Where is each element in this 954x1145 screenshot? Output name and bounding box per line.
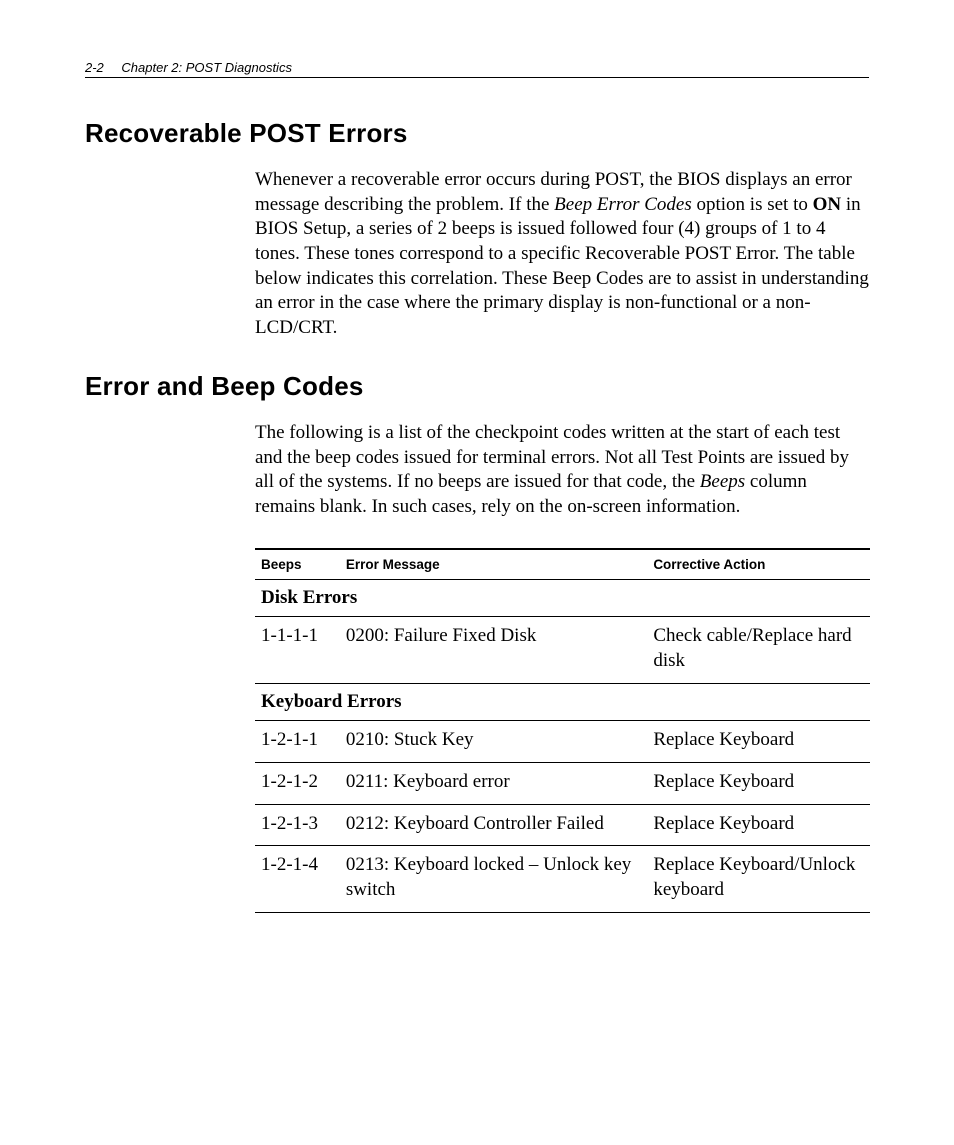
col-header-beeps: Beeps	[255, 549, 340, 580]
recoverable-paragraph: Whenever a recoverable error occurs duri…	[255, 168, 869, 341]
cell-beeps: 1-2-1-4	[255, 846, 340, 912]
table-category-row: Keyboard Errors	[255, 683, 870, 721]
cell-message: 0213: Keyboard locked – Unlock key switc…	[340, 846, 648, 912]
cell-beeps: 1-2-1-1	[255, 721, 340, 763]
cell-message: 0212: Keyboard Controller Failed	[340, 804, 648, 846]
table-row: 1-1-1-10200: Failure Fixed DiskCheck cab…	[255, 617, 870, 683]
cell-action: Replace Keyboard/Unlock keyboard	[647, 846, 870, 912]
para-text: option is set to	[692, 194, 813, 215]
table-header-row: Beeps Error Message Corrective Action	[255, 549, 870, 580]
table-row: 1-2-1-20211: Keyboard errorReplace Keybo…	[255, 763, 870, 805]
para-emphasis: Beep Error Codes	[554, 194, 692, 215]
table-category-label: Disk Errors	[255, 579, 870, 617]
cell-action: Replace Keyboard	[647, 763, 870, 805]
page: 2-2 Chapter 2: POST Diagnostics Recovera…	[0, 0, 954, 973]
cell-action: Replace Keyboard	[647, 721, 870, 763]
page-number: 2-2	[85, 60, 104, 75]
codes-table: Beeps Error Message Corrective Action Di…	[255, 548, 870, 913]
cell-action: Replace Keyboard	[647, 804, 870, 846]
table-category-label: Keyboard Errors	[255, 683, 870, 721]
col-header-message: Error Message	[340, 549, 648, 580]
para-bold: ON	[813, 194, 842, 215]
cell-beeps: 1-2-1-2	[255, 763, 340, 805]
para-emphasis: Beeps	[700, 471, 745, 492]
cell-message: 0211: Keyboard error	[340, 763, 648, 805]
section-title-codes: Error and Beep Codes	[85, 371, 869, 402]
table-category-row: Disk Errors	[255, 579, 870, 617]
table-row: 1-2-1-10210: Stuck KeyReplace Keyboard	[255, 721, 870, 763]
chapter-label: Chapter 2: POST Diagnostics	[121, 60, 292, 75]
para-text: in BIOS Setup, a series of 2 beeps is is…	[255, 194, 869, 338]
cell-message: 0210: Stuck Key	[340, 721, 648, 763]
cell-beeps: 1-2-1-3	[255, 804, 340, 846]
cell-beeps: 1-1-1-1	[255, 617, 340, 683]
table-row: 1-2-1-40213: Keyboard locked – Unlock ke…	[255, 846, 870, 912]
col-header-action: Corrective Action	[647, 549, 870, 580]
cell-action: Check cable/Replace hard disk	[647, 617, 870, 683]
section-title-recoverable: Recoverable POST Errors	[85, 118, 869, 149]
table-row: 1-2-1-30212: Keyboard Controller FailedR…	[255, 804, 870, 846]
running-header: 2-2 Chapter 2: POST Diagnostics	[85, 60, 869, 78]
cell-message: 0200: Failure Fixed Disk	[340, 617, 648, 683]
codes-paragraph: The following is a list of the checkpoin…	[255, 421, 869, 520]
